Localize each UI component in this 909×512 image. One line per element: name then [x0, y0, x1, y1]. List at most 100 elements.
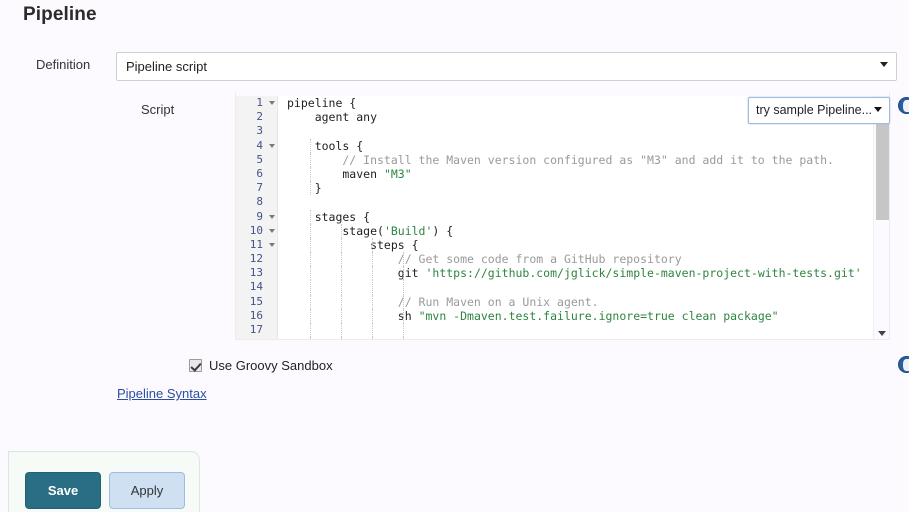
editor-line-number: 12 — [236, 252, 277, 266]
code-token: // Run Maven on a Unix agent. — [287, 295, 599, 309]
editor-vertical-scrollbar[interactable] — [873, 96, 889, 340]
fold-triangle-icon[interactable] — [269, 101, 275, 105]
code-token: stages { — [287, 210, 370, 224]
code-token: sh — [287, 309, 419, 323]
editor-code-line: // Install the Maven version configured … — [279, 153, 890, 167]
code-token: ) { — [432, 224, 453, 238]
editor-bottom-divider — [236, 339, 889, 340]
script-editor[interactable]: 123456789101112131415161718 pipeline { a… — [235, 92, 890, 340]
editor-line-number: 14 — [236, 280, 277, 294]
indent-guide — [403, 309, 404, 323]
editor-code-line: // Get some code from a GitHub repositor… — [279, 252, 890, 266]
use-groovy-sandbox-checkbox[interactable] — [189, 359, 202, 372]
code-token: git — [287, 266, 425, 280]
help-icon-sandbox[interactable] — [898, 356, 909, 373]
save-button[interactable]: Save — [25, 472, 101, 509]
definition-label: Definition — [36, 57, 90, 72]
indent-guide — [341, 252, 342, 266]
editor-line-number: 2 — [236, 110, 277, 124]
indent-guide — [372, 252, 373, 266]
indent-guide — [372, 280, 373, 294]
indent-guide — [310, 167, 311, 181]
code-token: "M3" — [384, 167, 412, 181]
editor-line-number: 10 — [236, 224, 277, 238]
chevron-down-icon — [880, 62, 888, 67]
indent-guide — [372, 266, 373, 280]
indent-guide — [341, 309, 342, 323]
page-title: Pipeline — [23, 4, 97, 26]
indent-guide — [310, 280, 311, 294]
scrollbar-thumb[interactable] — [876, 114, 889, 220]
editor-line-number: 4 — [236, 139, 277, 153]
scroll-down-arrow-icon[interactable] — [878, 331, 886, 336]
sample-pipeline-select[interactable]: try sample Pipeline... — [748, 97, 890, 124]
fold-triangle-icon[interactable] — [269, 144, 275, 148]
sample-pipeline-select-value: try sample Pipeline... — [756, 103, 872, 117]
definition-select-value: Pipeline script — [126, 59, 207, 74]
indent-guide — [310, 139, 311, 153]
editor-line-number: 9 — [236, 210, 277, 224]
code-token: stage( — [287, 224, 384, 238]
editor-line-number: 3 — [236, 124, 277, 138]
editor-line-number: 7 — [236, 181, 277, 195]
indent-guide — [310, 181, 311, 195]
editor-line-number: 15 — [236, 295, 277, 309]
indent-guide — [403, 266, 404, 280]
code-token: "mvn -Dmaven.test.failure.ignore=true cl… — [419, 309, 779, 323]
use-groovy-sandbox-row[interactable]: Use Groovy Sandbox — [189, 358, 333, 373]
indent-guide — [310, 323, 311, 337]
indent-guide — [403, 280, 404, 294]
indent-guide — [341, 323, 342, 337]
editor-line-number: 5 — [236, 153, 277, 167]
editor-code-line: } — [279, 181, 890, 195]
editor-line-number: 13 — [236, 266, 277, 280]
indent-guide — [310, 224, 311, 238]
editor-line-number: 8 — [236, 195, 277, 209]
editor-code-area[interactable]: pipeline { agent any tools { // Install … — [279, 96, 890, 340]
code-token: maven — [287, 167, 384, 181]
editor-code-line: tools { — [279, 139, 890, 153]
code-token: tools { — [287, 139, 363, 153]
editor-code-line: stage('Build') { — [279, 224, 890, 238]
indent-guide — [310, 238, 311, 252]
editor-code-line: // Run Maven on a Unix agent. — [279, 295, 890, 309]
definition-select[interactable]: Pipeline script — [116, 52, 897, 81]
editor-code-line: maven "M3" — [279, 167, 890, 181]
indent-guide — [372, 309, 373, 323]
pipeline-syntax-link[interactable]: Pipeline Syntax — [117, 386, 207, 401]
pipeline-config-page: Pipeline Definition Pipeline script Scri… — [0, 0, 909, 512]
code-token: steps { — [287, 238, 419, 252]
indent-guide — [310, 309, 311, 323]
code-token: 'https://github.com/jglick/simple-maven-… — [425, 266, 861, 280]
editor-code-line — [279, 323, 890, 337]
fold-triangle-icon[interactable] — [269, 215, 275, 219]
form-button-bar: Save Apply — [8, 451, 200, 512]
editor-code-line — [279, 124, 890, 138]
editor-line-number: 6 — [236, 167, 277, 181]
code-token: // Install the Maven version configured … — [287, 153, 834, 167]
editor-gutter: 123456789101112131415161718 — [236, 96, 278, 340]
help-icon-script[interactable] — [898, 97, 909, 114]
fold-triangle-icon[interactable] — [269, 229, 275, 233]
indent-guide — [341, 266, 342, 280]
apply-button[interactable]: Apply — [109, 472, 185, 509]
indent-guide — [372, 238, 373, 252]
code-token: pipeline { — [287, 96, 356, 110]
editor-code-line: steps { — [279, 238, 890, 252]
editor-code-line: sh "mvn -Dmaven.test.failure.ignore=true… — [279, 309, 890, 323]
indent-guide — [341, 238, 342, 252]
indent-guide — [310, 252, 311, 266]
script-label: Script — [141, 102, 174, 117]
indent-guide — [341, 280, 342, 294]
indent-guide — [372, 295, 373, 309]
editor-code-line — [279, 280, 890, 294]
use-groovy-sandbox-label: Use Groovy Sandbox — [209, 358, 333, 373]
indent-guide — [310, 266, 311, 280]
indent-guide — [341, 224, 342, 238]
editor-code-line — [279, 195, 890, 209]
chevron-down-icon — [874, 107, 882, 112]
editor-line-number: 1 — [236, 96, 277, 110]
editor-line-number: 16 — [236, 309, 277, 323]
indent-guide — [403, 295, 404, 309]
fold-triangle-icon[interactable] — [269, 243, 275, 247]
